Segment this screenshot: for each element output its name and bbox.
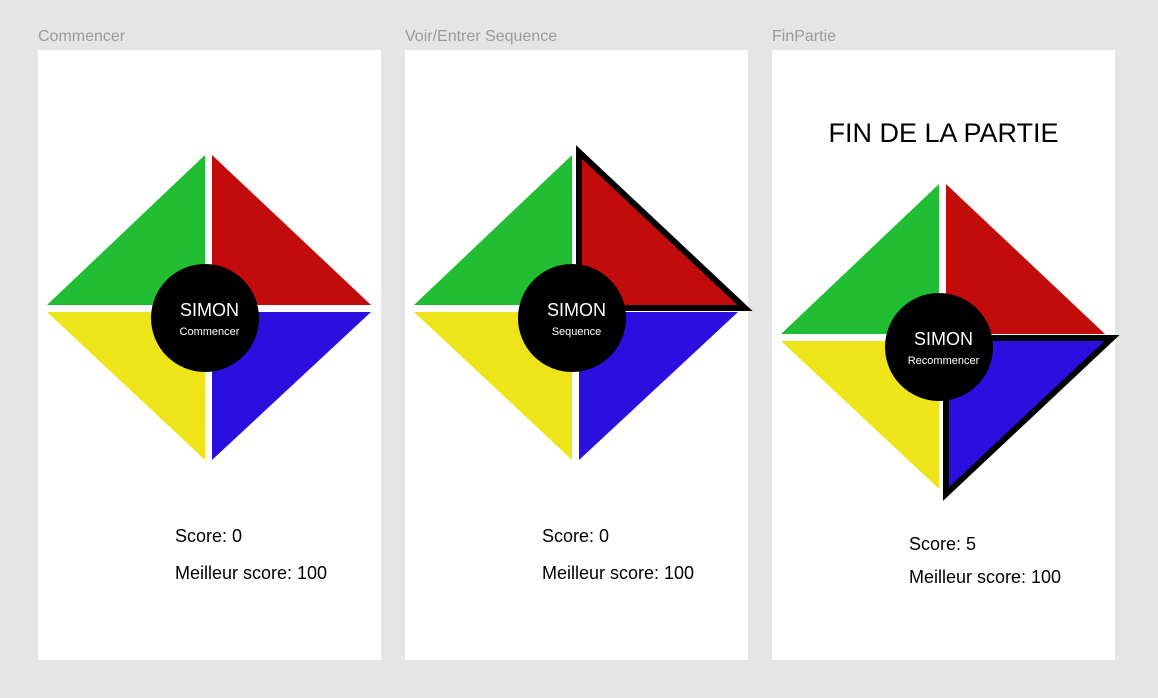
center-subtitle-recommencer[interactable]: Recommencer (772, 355, 1115, 367)
screen-finpartie: FIN DE LA PARTIE SIMON Recommencer Score… (772, 50, 1120, 660)
simon-board-svg (414, 145, 753, 460)
center-subtitle-sequence[interactable]: Sequence (405, 326, 748, 338)
simon-board (38, 50, 381, 470)
best-score-text: Meilleur score: 100 (909, 567, 1062, 587)
simon-board-svg (781, 184, 1120, 501)
best-score-text: Meilleur score: 100 (542, 563, 695, 583)
center-subtitle-commencer[interactable]: Commencer (38, 326, 381, 338)
screen-sequence: SIMON Sequence Score: 0 Meilleur score: … (405, 50, 753, 660)
score-text: Score: 5 (909, 534, 977, 554)
simon-board-svg (47, 155, 371, 460)
simon-board (772, 50, 1120, 510)
frame-label-commencer: Commencer (38, 28, 126, 45)
simon-title: SIMON (546, 300, 606, 320)
score-text: Score: 0 (542, 526, 610, 546)
frame-label-sequence: Voir/Entrer Sequence (405, 28, 558, 45)
simon-board (405, 50, 753, 470)
score-text: Score: 0 (175, 526, 243, 546)
screen-commencer: SIMON Commencer Score: 0 Meilleur score:… (38, 50, 381, 660)
simon-title: SIMON (913, 329, 973, 349)
frame-label-finpartie: FinPartie (772, 28, 837, 45)
best-score-text: Meilleur score: 100 (175, 563, 328, 583)
simon-title: SIMON (179, 300, 239, 320)
